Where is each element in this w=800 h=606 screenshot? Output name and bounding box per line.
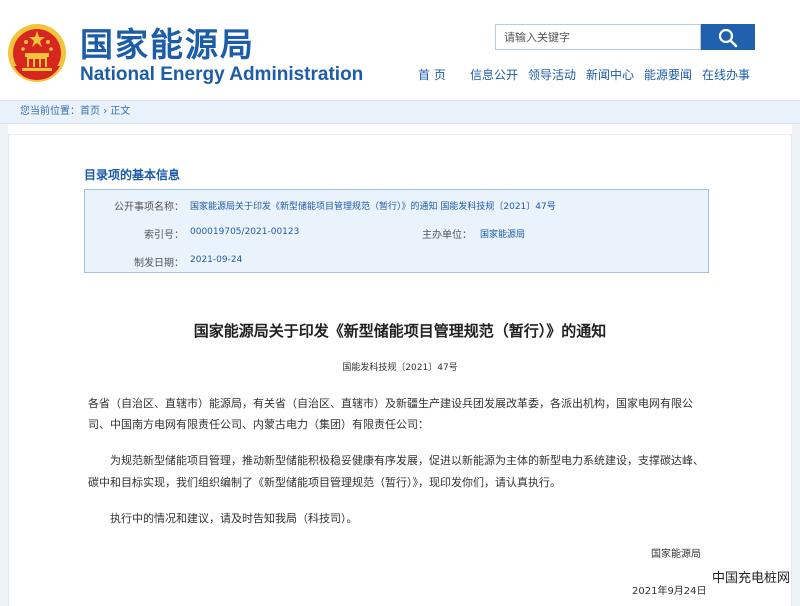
nav-home[interactable]: 首 页	[418, 66, 470, 84]
nav-energy-news[interactable]: 能源要闻	[644, 66, 702, 84]
breadcrumb-separator: ›	[100, 106, 111, 117]
info-org-value: 国家能源局	[480, 230, 526, 240]
search-icon	[718, 28, 738, 48]
document-closing: 执行中的情况和建议，请及时告知我局（科技司）。	[110, 512, 358, 525]
national-emblem-icon	[8, 24, 66, 82]
document-addressees-line2: 司、中国南方电网有限责任公司、内蒙古电力（集团）有限责任公司：	[88, 418, 429, 431]
breadcrumb: 您当前位置：首页 › 正文	[20, 104, 130, 120]
info-index-label: 索引号：	[144, 230, 184, 241]
document-number: 国能发科技规〔2021〕47号	[342, 363, 458, 373]
document-addressees-line1: 各省（自治区、直辖市）能源局，有关省（自治区、直辖市）及新疆生产建设兵团发展改革…	[88, 397, 693, 410]
info-section-heading: 目录项的基本信息	[84, 168, 181, 182]
nav-leader-activities[interactable]: 领导活动	[528, 66, 586, 84]
nav-news-center[interactable]: 新闻中心	[586, 66, 644, 84]
info-date-value: 2021-09-24	[190, 255, 243, 265]
site-title-english[interactable]: National Energy Administration	[80, 64, 363, 86]
search-input[interactable]	[495, 24, 701, 50]
signature-org: 国家能源局	[651, 549, 701, 560]
nav-online-services[interactable]: 在线办事	[702, 66, 760, 84]
breadcrumb-current: 正文	[110, 106, 131, 117]
search-button[interactable]	[701, 24, 755, 50]
info-title-label: 公开事项名称：	[114, 202, 184, 213]
info-org-label: 主办单位：	[422, 230, 472, 241]
site-watermark: 中国充电桩网	[712, 571, 791, 586]
document-title: 国家能源局关于印发《新型储能项目管理规范（暂行）》的通知	[193, 322, 607, 340]
document-body-line2: 碳中和目标实现，我们组织编制了《新型储能项目管理规范（暂行）》，现印发你们，请认…	[88, 476, 561, 489]
breadcrumb-home-link[interactable]: 首页	[80, 106, 100, 117]
site-title-chinese[interactable]: 国家能源局	[80, 18, 255, 66]
document-body-line1: 为规范新型储能项目管理，推动新型储能积极稳妥健康有序发展，促进以新能源为主体的新…	[110, 454, 704, 467]
info-title-value: 国家能源局关于印发《新型储能项目管理规范（暂行）》的通知 国能发科技规〔2021…	[190, 202, 556, 212]
breadcrumb-prefix: 您当前位置：	[20, 106, 80, 117]
main-nav: 首 页 信息公开 领导活动 新闻中心 能源要闻 在线办事	[418, 66, 763, 84]
signature-date: 2021年9月24日	[632, 586, 707, 597]
info-date-label: 制发日期：	[134, 258, 184, 269]
info-index-value: 000019705/2021-00123	[190, 227, 300, 237]
nav-info-disclosure[interactable]: 信息公开	[470, 66, 528, 84]
